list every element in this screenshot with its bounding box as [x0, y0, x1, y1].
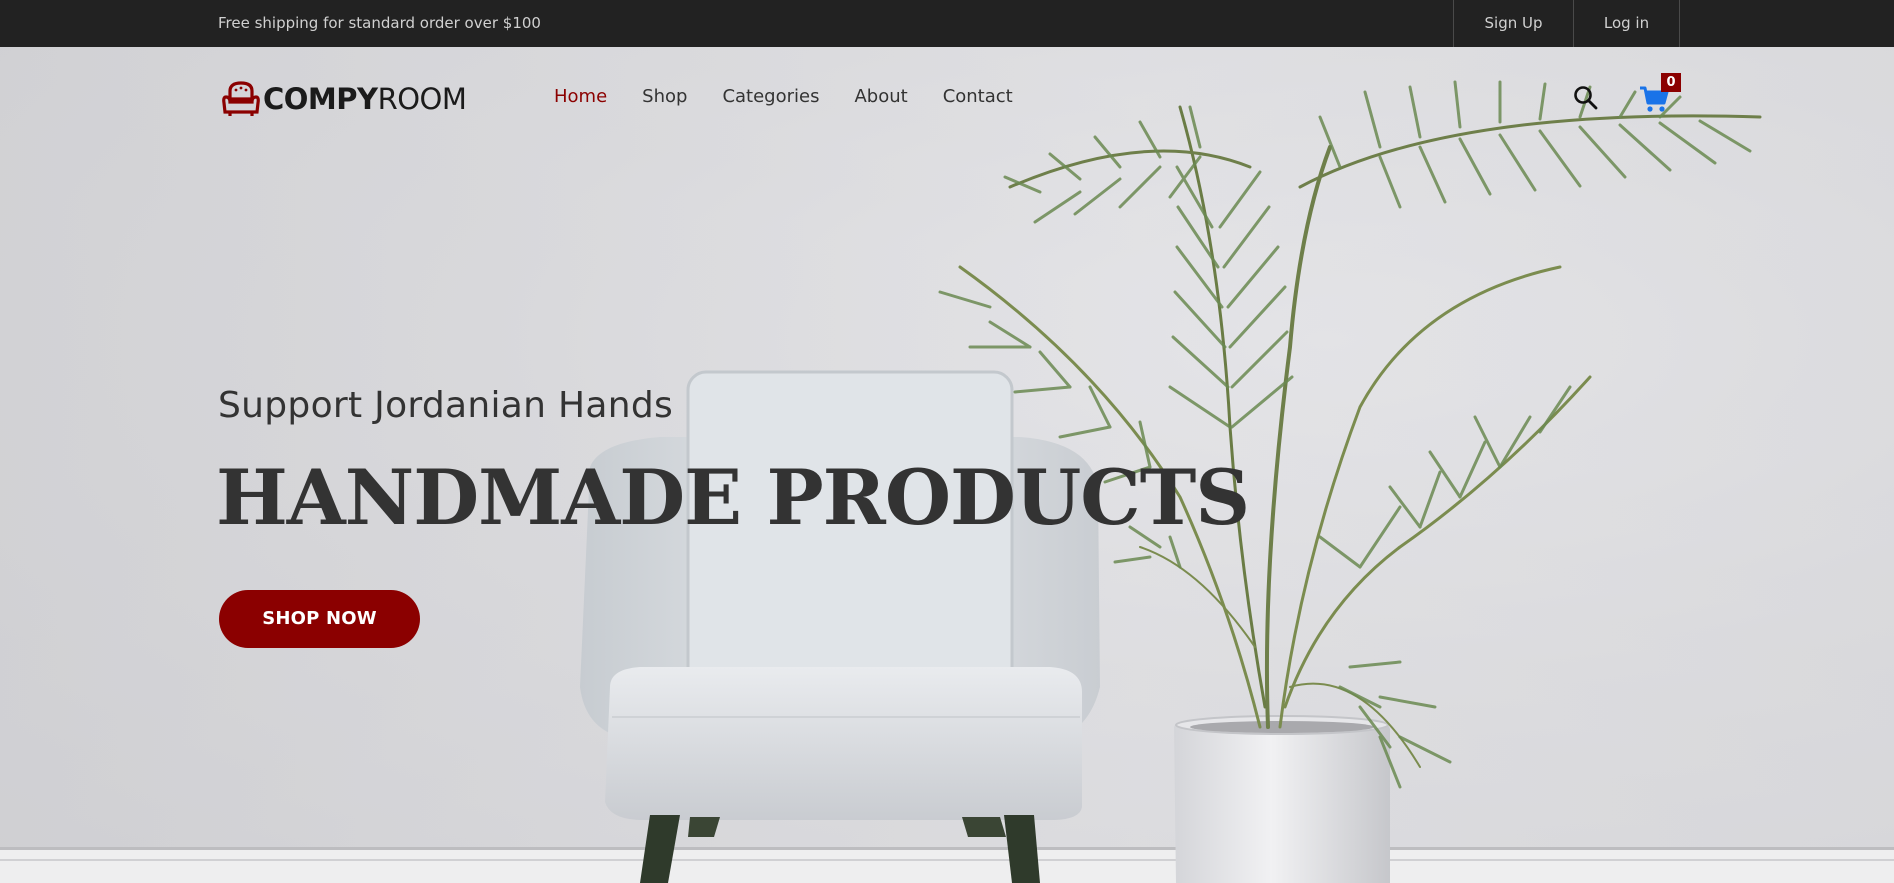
nav-item-contact[interactable]: Contact: [943, 86, 1013, 107]
nav-item-shop[interactable]: Shop: [642, 86, 687, 107]
logo-text: COMPYROOM: [263, 82, 467, 116]
log-in-link[interactable]: Log in: [1573, 0, 1680, 47]
logo-text-light: ROOM: [377, 82, 467, 116]
nav-item-categories[interactable]: Categories: [722, 86, 819, 107]
top-bar: Free shipping for standard order over $1…: [0, 0, 1894, 47]
hero-subtitle: Support Jordanian Hands: [218, 385, 674, 426]
nav-item-home[interactable]: Home: [554, 86, 607, 107]
sign-up-link[interactable]: Sign Up: [1453, 0, 1573, 47]
nav-item-about[interactable]: About: [854, 86, 907, 107]
main-nav: Home Shop Categories About Contact: [554, 86, 1048, 107]
cart-count-badge: 0: [1661, 73, 1681, 92]
plant-pot-illustration: [1174, 715, 1390, 883]
hero-headline: HANDMADE PRODUCTS: [216, 453, 1250, 542]
search-icon[interactable]: [1573, 85, 1599, 111]
logo-text-bold: COMPY: [263, 82, 378, 116]
site-logo[interactable]: COMPYROOM: [222, 79, 467, 119]
armchair-icon: [222, 81, 260, 116]
shipping-promo-text: Free shipping for standard order over $1…: [218, 14, 541, 32]
shop-now-button[interactable]: SHOP NOW: [219, 590, 420, 648]
armchair-illustration: [580, 370, 1100, 883]
